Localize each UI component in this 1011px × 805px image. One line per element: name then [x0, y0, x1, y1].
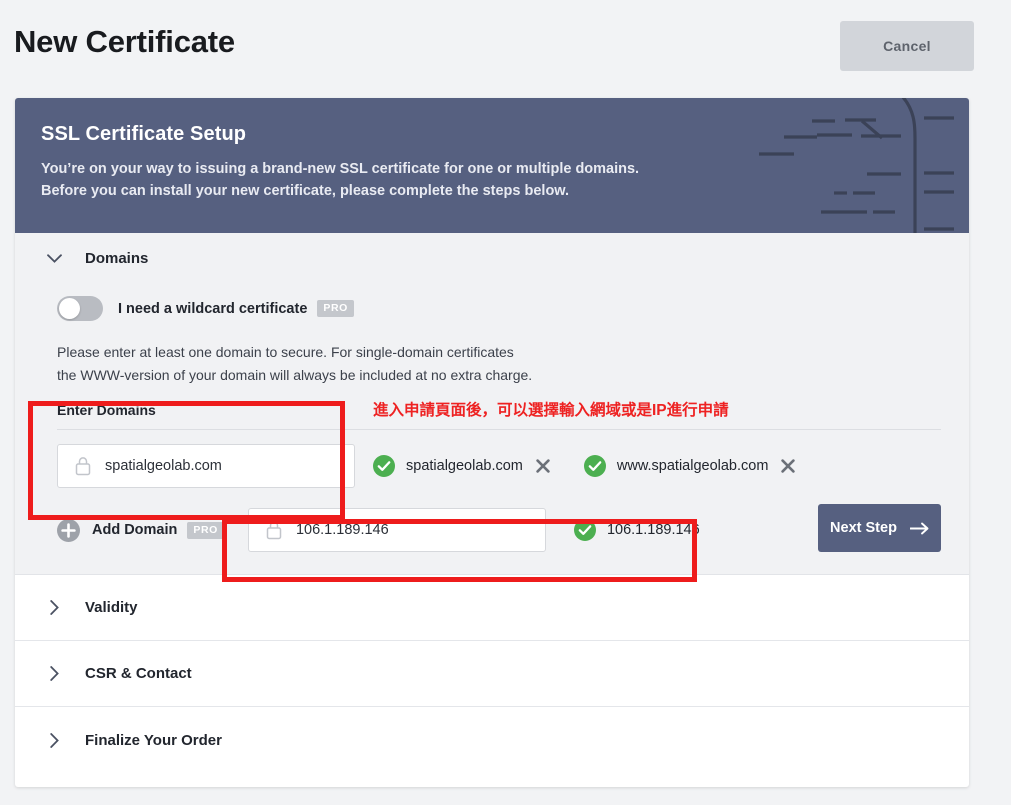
pro-badge-add-domain: PRO	[187, 521, 224, 539]
add-domain-row: Add Domain PRO 106.1.189.146 106.1.189.1…	[15, 502, 969, 558]
section-label-domains: Domains	[85, 249, 149, 267]
page-root: New Certificate Cancel SSL Certificate S…	[0, 0, 1011, 805]
section-header-domains[interactable]: Domains	[15, 233, 969, 283]
card-header-subtitle-line1: You’re on your way to issuing a brand-ne…	[41, 161, 640, 177]
divider	[57, 429, 941, 430]
toggle-knob	[59, 298, 80, 319]
close-icon[interactable]	[781, 459, 796, 473]
decorative-lines-art	[759, 98, 954, 233]
plus-circle-icon	[57, 518, 80, 542]
chevron-right-icon	[43, 597, 65, 619]
domain-chip: spatialgeolab.com	[373, 455, 550, 477]
domain-input-wrap	[57, 444, 355, 488]
next-step-label: Next Step	[830, 520, 897, 536]
section-header-validity[interactable]: Validity	[15, 575, 969, 641]
card-header-title: SSL Certificate Setup	[41, 123, 247, 145]
domain-chip-label: www.spatialgeolab.com	[616, 458, 769, 474]
domains-helper-text: Please enter at least one domain to secu…	[57, 341, 969, 386]
chevron-right-icon	[43, 729, 65, 751]
domains-helper-line1: Please enter at least one domain to secu…	[57, 344, 514, 360]
section-label-validity: Validity	[85, 599, 138, 616]
pro-badge-wildcard: PRO	[317, 300, 354, 317]
check-circle-icon	[573, 519, 596, 541]
ip-chip: 106.1.189.146	[573, 519, 700, 541]
annotation-chinese-note: 進入申請頁面後，可以選擇輸入網域或是IP進行申請	[373, 402, 729, 419]
check-circle-icon	[373, 455, 395, 477]
section-label-finalize-order: Finalize Your Order	[85, 731, 222, 749]
domains-helper-line2: the WWW-version of your domain will alwa…	[57, 366, 533, 383]
section-label-csr-contact: CSR & Contact	[85, 665, 192, 682]
domain-chip-list: spatialgeolab.com www.spatialgeolab.com	[373, 455, 829, 477]
add-domain-label: Add Domain	[92, 522, 178, 538]
domain-chip: www.spatialgeolab.com	[583, 455, 796, 477]
domain-input[interactable]	[57, 444, 355, 488]
next-step-button[interactable]: Next Step	[818, 504, 941, 552]
page-title: New Certificate	[14, 24, 235, 59]
card-header-subtitle: You’re on your way to issuing a brand-ne…	[41, 158, 639, 202]
section-header-csr-contact[interactable]: CSR & Contact	[15, 641, 969, 707]
wildcard-toggle[interactable]	[57, 296, 103, 321]
certificate-card: SSL Certificate Setup You’re on your way…	[15, 98, 969, 787]
ip-chip-label: 106.1.189.146	[606, 522, 700, 538]
enter-domains-area: Enter Domains 進入申請頁面後，可以選擇輸入網域或是IP進行申請 s…	[15, 402, 969, 488]
topbar: New Certificate Cancel	[0, 0, 1011, 98]
wildcard-label: I need a wildcard certificate	[118, 300, 308, 317]
ip-input-wrap	[247, 508, 546, 552]
chevron-right-icon	[43, 663, 65, 685]
section-domains: Domains I need a wildcard certificate PR…	[15, 233, 969, 575]
check-circle-icon	[583, 455, 606, 477]
card-header-banner: SSL Certificate Setup You’re on your way…	[15, 98, 969, 233]
domain-input-row: spatialgeolab.com www.spatialgeolab.com	[57, 444, 941, 488]
wildcard-row: I need a wildcard certificate PRO	[57, 296, 969, 321]
card-header-subtitle-line2: Before you can install your new certific…	[41, 183, 570, 199]
close-icon[interactable]	[536, 459, 550, 473]
arrow-right-icon	[909, 522, 929, 534]
add-domain-button[interactable]: Add Domain PRO	[57, 518, 224, 542]
chevron-down-icon	[43, 247, 65, 269]
domain-chip-label: spatialgeolab.com	[406, 458, 523, 474]
cancel-button[interactable]: Cancel	[840, 21, 974, 71]
section-header-finalize-order[interactable]: Finalize Your Order	[15, 707, 969, 773]
ip-input[interactable]	[247, 508, 546, 552]
